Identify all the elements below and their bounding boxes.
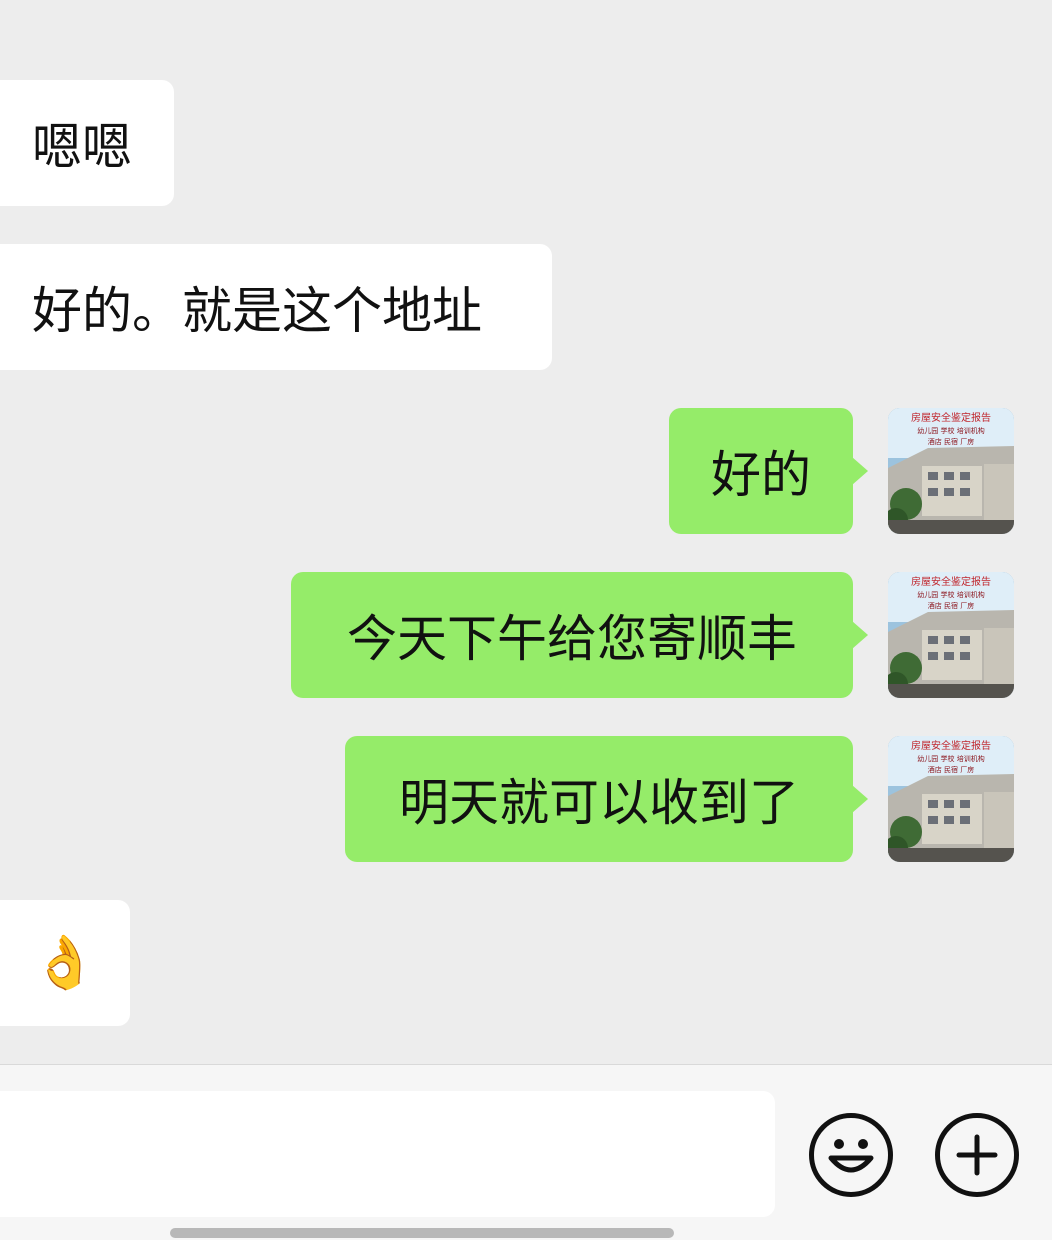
avatar-caption: 幼儿园 学校 培训机构 xyxy=(917,426,984,435)
message-text: 嗯嗯 xyxy=(32,118,132,176)
avatar-caption: 酒店 民宿 厂房 xyxy=(928,601,974,610)
avatar-caption: 房屋安全鉴定报告 xyxy=(911,739,991,752)
avatar-caption: 幼儿园 学校 培训机构 xyxy=(917,754,984,763)
outgoing-message-bubble[interactable]: 今天下午给您寄顺丰 xyxy=(291,572,853,698)
smiley-icon xyxy=(828,1139,874,1173)
ok-hand-emoji: 👌 xyxy=(32,933,97,993)
avatar-caption: 酒店 民宿 厂房 xyxy=(928,437,974,446)
user-avatar[interactable]: 房屋安全鉴定报告 幼儿园 学校 培训机构 酒店 民宿 厂房 xyxy=(888,572,1014,698)
bubble-tail xyxy=(852,621,868,649)
message-text: 今天下午给您寄顺丰 xyxy=(347,610,797,668)
home-indicator[interactable] xyxy=(170,1228,674,1238)
avatar-caption: 房屋安全鉴定报告 xyxy=(911,575,991,588)
message-text: 好的。就是这个地址 xyxy=(32,282,482,340)
message-text: 明天就可以收到了 xyxy=(399,774,799,832)
incoming-message-bubble[interactable]: 嗯嗯 xyxy=(0,80,174,206)
outgoing-message-bubble[interactable]: 明天就可以收到了 xyxy=(345,736,853,862)
bubble-tail xyxy=(852,785,868,813)
chat-screen: 嗯嗯 好的。就是这个地址 好的 今天下午给您寄顺丰 明天就可以收到了 👌 房屋安… xyxy=(0,0,1052,1240)
avatar-caption: 酒店 民宿 厂房 xyxy=(928,765,974,774)
message-list[interactable]: 嗯嗯 好的。就是这个地址 好的 今天下午给您寄顺丰 明天就可以收到了 👌 房屋安… xyxy=(0,0,1052,1064)
more-button[interactable] xyxy=(935,1113,1019,1197)
user-avatar[interactable]: 房屋安全鉴定报告 幼儿园 学校 培训机构 酒店 民宿 厂房 xyxy=(888,736,1014,862)
avatar-caption: 幼儿园 学校 培训机构 xyxy=(917,590,984,599)
incoming-message-bubble[interactable]: 好的。就是这个地址 xyxy=(0,244,552,370)
avatar-caption: 房屋安全鉴定报告 xyxy=(911,411,991,424)
user-avatar[interactable]: 房屋安全鉴定报告 幼儿园 学校 培训机构 酒店 民宿 厂房 xyxy=(888,408,1014,534)
emoji-button[interactable] xyxy=(809,1113,893,1197)
outgoing-message-bubble[interactable]: 好的 xyxy=(669,408,853,534)
message-text: 好的 xyxy=(711,446,811,504)
message-input[interactable] xyxy=(0,1091,775,1217)
input-bar xyxy=(0,1064,1052,1240)
bubble-tail xyxy=(852,457,868,485)
plus-circle-icon xyxy=(956,1134,998,1176)
incoming-message-bubble[interactable]: 👌 xyxy=(0,900,130,1026)
